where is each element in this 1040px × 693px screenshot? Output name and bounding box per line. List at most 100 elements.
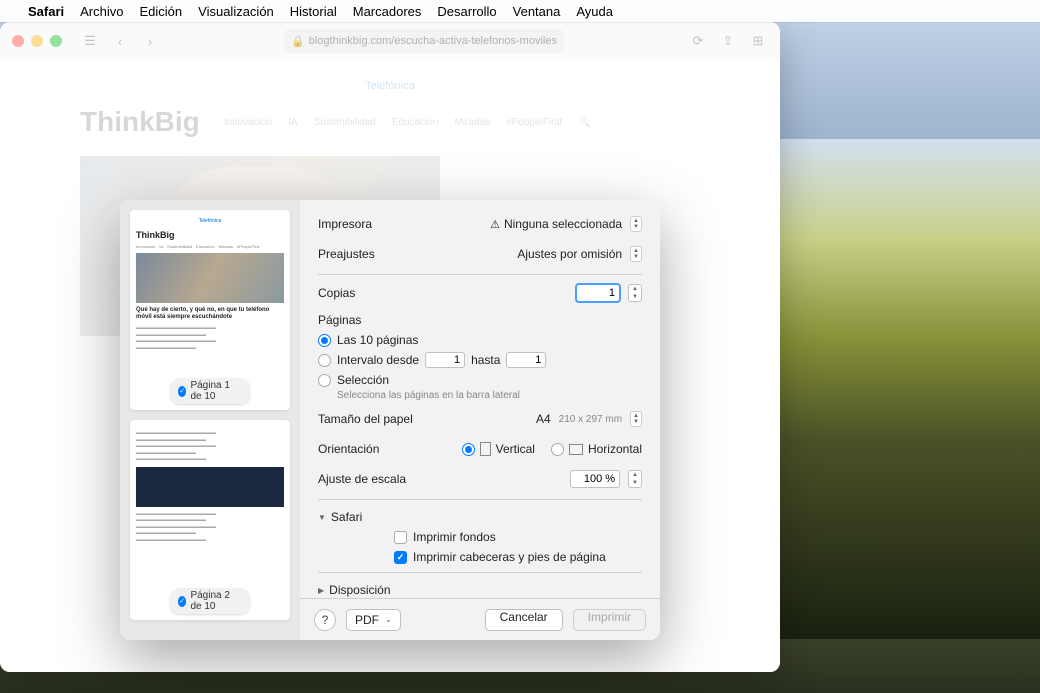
forward-icon[interactable]: › [140, 31, 160, 51]
dialog-footer: ? PDF ⌄ Cancelar Imprimir [300, 598, 660, 640]
range-from-input[interactable] [425, 352, 465, 368]
menu-archivo[interactable]: Archivo [80, 4, 123, 19]
help-button[interactable]: ? [314, 609, 336, 631]
lock-icon: 🔒 [291, 35, 305, 48]
address-bar[interactable]: 🔒 blogthinkbig.com/escucha-activa-telefo… [284, 29, 564, 53]
menu-historial[interactable]: Historial [290, 4, 337, 19]
range-to-input[interactable] [506, 352, 546, 368]
warning-icon: ⚠ [490, 218, 500, 231]
print-dialog: Telefónica ThinkBig InnovaciónIASostenib… [120, 200, 660, 640]
mini-body-text: ▬▬▬▬▬▬▬▬▬▬▬▬▬▬▬▬▬▬▬▬▬▬▬▬▬▬▬▬▬▬▬▬▬▬▬▬▬▬▬▬… [136, 325, 284, 351]
scale-stepper[interactable]: ▲▼ [628, 470, 642, 488]
orientation-horizontal-label: Horizontal [588, 442, 642, 456]
presets-select[interactable]: Ajustes por omisión ▲▼ [517, 246, 642, 262]
pages-label: Páginas [318, 313, 642, 327]
print-headers-label: Imprimir cabeceras y pies de página [413, 550, 606, 564]
presets-value: Ajustes por omisión [517, 247, 622, 261]
print-backgrounds-label: Imprimir fondos [413, 530, 496, 544]
pages-selection-help: Selecciona las páginas en la barra later… [337, 390, 642, 401]
chevron-right-icon: ▶ [318, 586, 324, 595]
page-2-label: Página 2 de 10 [190, 590, 242, 612]
pages-all-radio[interactable] [318, 334, 331, 347]
menu-ayuda[interactable]: Ayuda [576, 4, 613, 19]
divider [318, 499, 642, 500]
updown-icon: ▲▼ [630, 216, 642, 232]
pages-selection-radio[interactable] [318, 374, 331, 387]
mini-body-text-2a: ▬▬▬▬▬▬▬▬▬▬▬▬▬▬▬▬▬▬▬▬▬▬▬▬▬▬▬▬▬▬▬▬▬▬▬▬▬▬▬▬… [136, 430, 284, 463]
check-icon: ✓ [178, 386, 186, 397]
maximize-window-button[interactable] [50, 35, 62, 47]
divider [318, 274, 642, 275]
print-backgrounds-checkbox[interactable] [394, 531, 407, 544]
chevron-down-icon: ⌄ [385, 615, 392, 624]
mini-nav: InnovaciónIASostenibilidadEducaciónMirad… [136, 244, 284, 249]
page-2-badge: ✓ Página 2 de 10 [170, 588, 250, 614]
divider [318, 572, 642, 573]
reload-icon[interactable]: ⟳ [688, 31, 708, 51]
chevron-down-icon: ▼ [318, 513, 326, 522]
pdf-label: PDF [355, 613, 379, 627]
safari-toolbar: ☰ ‹ › 🔒 blogthinkbig.com/escucha-activa-… [0, 22, 780, 60]
paper-size-dimensions: 210 x 297 mm [559, 414, 622, 425]
pdf-menu-button[interactable]: PDF ⌄ [346, 609, 401, 631]
preview-page-1[interactable]: Telefónica ThinkBig InnovaciónIASostenib… [130, 210, 290, 410]
copies-stepper[interactable]: ▲▼ [628, 284, 642, 302]
menu-edicion[interactable]: Edición [140, 4, 183, 19]
orientation-vertical-label: Vertical [496, 442, 535, 456]
paper-size-label: Tamaño del papel [318, 412, 448, 426]
mini-dark-band [136, 467, 284, 507]
menu-desarrollo[interactable]: Desarrollo [437, 4, 496, 19]
layout-section-disclosure[interactable]: ▶ Disposición [318, 583, 642, 597]
printer-select[interactable]: ⚠ Ninguna seleccionada ▲▼ [490, 216, 642, 232]
mini-article-title: Qué hay de cierto, y qué no, en que tu t… [136, 307, 284, 321]
menu-ventana[interactable]: Ventana [513, 4, 561, 19]
page-1-badge: ✓ Página 1 de 10 [170, 378, 250, 404]
pages-selection-label: Selección [337, 373, 389, 387]
menu-visualizacion[interactable]: Visualización [198, 4, 274, 19]
print-headers-checkbox[interactable] [394, 551, 407, 564]
window-controls[interactable] [12, 35, 62, 47]
orientation-vertical-radio[interactable] [462, 443, 475, 456]
pages-range-label: Intervalo desde [337, 353, 419, 367]
safari-section-disclosure[interactable]: ▼ Safari [318, 510, 642, 524]
share-icon[interactable]: ⇪ [718, 31, 738, 51]
menu-marcadores[interactable]: Marcadores [353, 4, 422, 19]
back-icon[interactable]: ‹ [110, 31, 130, 51]
copies-input[interactable] [576, 284, 620, 302]
print-button[interactable]: Imprimir [573, 609, 646, 631]
cancel-button[interactable]: Cancelar [485, 609, 563, 631]
preview-page-2[interactable]: ▬▬▬▬▬▬▬▬▬▬▬▬▬▬▬▬▬▬▬▬▬▬▬▬▬▬▬▬▬▬▬▬▬▬▬▬▬▬▬▬… [130, 420, 290, 620]
check-icon: ✓ [178, 596, 186, 607]
paper-size-select[interactable]: A4 210 x 297 mm ▲▼ [536, 411, 642, 427]
wallpaper-mountain [740, 139, 1040, 639]
print-preview-sidebar[interactable]: Telefónica ThinkBig InnovaciónIASostenib… [120, 200, 300, 640]
scale-label: Ajuste de escala [318, 472, 448, 486]
mini-logo: ThinkBig [136, 230, 284, 240]
printer-label: Impresora [318, 217, 448, 231]
updown-icon: ▲▼ [630, 411, 642, 427]
portrait-icon [480, 442, 491, 456]
sidebar-icon[interactable]: ☰ [80, 31, 100, 51]
minimize-window-button[interactable] [31, 35, 43, 47]
mini-brand: Telefónica [136, 216, 284, 226]
orientation-label: Orientación [318, 442, 448, 456]
tabs-icon[interactable]: ⊞ [748, 31, 768, 51]
scale-input[interactable] [570, 470, 620, 488]
orientation-horizontal-radio[interactable] [551, 443, 564, 456]
updown-icon: ▲▼ [630, 246, 642, 262]
pages-range-radio[interactable] [318, 354, 331, 367]
range-to-label: hasta [471, 353, 500, 367]
presets-label: Preajustes [318, 247, 448, 261]
pages-all-label: Las 10 páginas [337, 333, 418, 347]
landscape-icon [569, 444, 583, 455]
paper-size-value: A4 [536, 412, 551, 426]
safari-section-label: Safari [331, 510, 362, 524]
url-text: blogthinkbig.com/escucha-activa-telefono… [309, 35, 557, 47]
macos-menubar: Safari Archivo Edición Visualización His… [0, 0, 1040, 22]
page-1-label: Página 1 de 10 [190, 380, 242, 402]
print-settings-panel: Impresora ⚠ Ninguna seleccionada ▲▼ Prea… [300, 200, 660, 640]
app-menu[interactable]: Safari [28, 4, 64, 19]
mini-body-text-2b: ▬▬▬▬▬▬▬▬▬▬▬▬▬▬▬▬▬▬▬▬▬▬▬▬▬▬▬▬▬▬▬▬▬▬▬▬▬▬▬▬… [136, 511, 284, 544]
copies-label: Copias [318, 286, 448, 300]
close-window-button[interactable] [12, 35, 24, 47]
